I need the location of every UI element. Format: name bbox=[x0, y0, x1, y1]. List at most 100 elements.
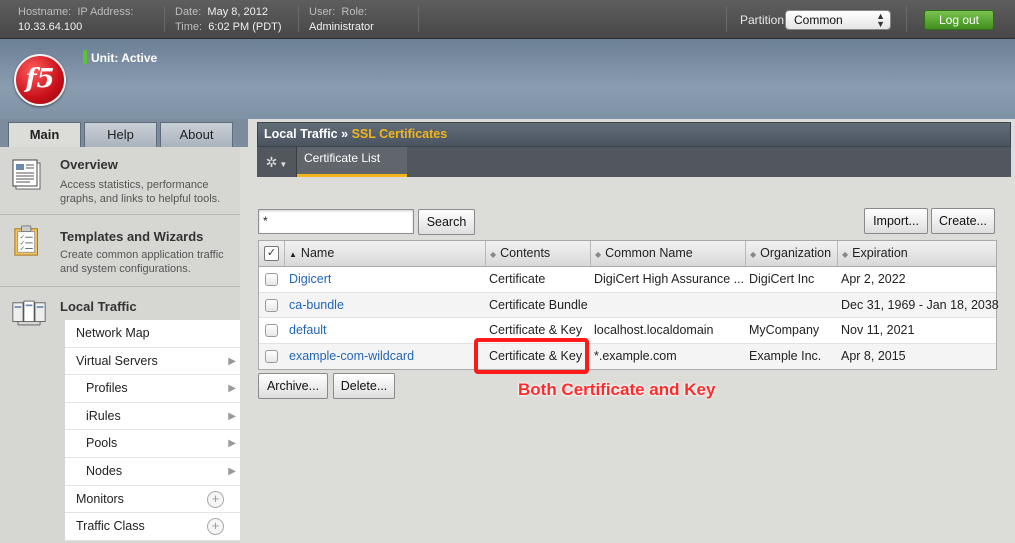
cert-name-link[interactable]: ca-bundle bbox=[289, 293, 344, 318]
tab-certificate-list[interactable]: Certificate List bbox=[297, 147, 407, 177]
table-row: Digicert Certificate DigiCert High Assur… bbox=[259, 267, 996, 293]
row-checkbox[interactable] bbox=[265, 298, 278, 312]
archive-button[interactable]: Archive... bbox=[258, 373, 328, 399]
status-indicator-icon bbox=[83, 50, 87, 64]
breadcrumb: Local Traffic » SSL Certificates bbox=[257, 122, 1011, 147]
sidebar-item-traffic-class[interactable]: Traffic Class + bbox=[65, 513, 240, 541]
select-arrows-icon: ▲ ▼ bbox=[876, 11, 885, 29]
role-value: Administrator bbox=[309, 21, 374, 33]
tab-help[interactable]: Help bbox=[84, 122, 157, 148]
chevron-right-icon: ▶ bbox=[228, 410, 236, 422]
certificate-table: ✓ ▲ Name ◆ Contents ◆ Common Name ◆ Organiza… bbox=[258, 240, 999, 371]
chevron-right-icon: ▶ bbox=[228, 355, 236, 367]
row-checkbox[interactable] bbox=[265, 349, 278, 363]
select-all-header: ✓ bbox=[259, 241, 285, 266]
column-label: Name bbox=[300, 246, 335, 260]
main-tabs: Main Help About bbox=[0, 119, 248, 149]
table-row: ca-bundle Certificate Bundle Dec 31, 196… bbox=[259, 292, 999, 319]
divider bbox=[164, 6, 165, 32]
table-row: example-com-wildcard Certificate & Key *… bbox=[259, 343, 996, 370]
partition-label: Partition: bbox=[740, 13, 788, 27]
gear-menu-button[interactable]: ✲ ▼ bbox=[257, 147, 297, 177]
chevron-right-icon: ▶ bbox=[228, 465, 236, 477]
sidebar-item-network-map[interactable]: Network Map bbox=[65, 320, 240, 348]
column-header-name[interactable]: ▲ Name bbox=[285, 241, 486, 266]
divider bbox=[418, 6, 419, 32]
sort-icon: ◆ bbox=[842, 250, 849, 259]
sub-toolbar: ✲ ▼ Certificate List bbox=[257, 147, 1011, 177]
column-header-expiration[interactable]: ◆ Expiration bbox=[838, 241, 996, 266]
sidebar-item-irules[interactable]: iRules ▶ bbox=[65, 403, 240, 431]
partition-select[interactable]: Common ▲ ▼ bbox=[785, 10, 891, 30]
cert-organization: DigiCert Inc bbox=[749, 272, 815, 286]
cert-name-link[interactable]: Digicert bbox=[289, 267, 331, 292]
cert-expiration: Apr 8, 2015 bbox=[841, 348, 906, 363]
tab-about[interactable]: About bbox=[160, 122, 233, 148]
overview-icon bbox=[12, 159, 41, 190]
ip-label: IP Address: bbox=[77, 6, 134, 18]
cert-contents: Certificate bbox=[489, 272, 546, 286]
sidebar-item-profiles[interactable]: Profiles ▶ bbox=[65, 375, 240, 403]
cert-expiration: Dec 31, 1969 - Jan 18, 2038 bbox=[841, 297, 999, 312]
column-header-common-name[interactable]: ◆ Common Name bbox=[591, 241, 746, 266]
templates-description: Create common application traffic and sy… bbox=[60, 249, 224, 275]
column-label: Contents bbox=[500, 246, 551, 260]
time-value: 6:02 PM (PDT) bbox=[208, 21, 282, 33]
breadcrumb-current: SSL Certificates bbox=[351, 127, 448, 141]
role-label: Role: bbox=[341, 6, 368, 18]
overview-description: Access statistics, performance graphs, a… bbox=[60, 179, 221, 205]
templates-title: Templates and Wizards bbox=[60, 229, 204, 244]
cert-organization: Example Inc. bbox=[749, 348, 822, 363]
sort-icon: ◆ bbox=[750, 250, 757, 259]
cert-name-link[interactable]: example-com-wildcard bbox=[289, 344, 414, 369]
date-value: May 8, 2012 bbox=[207, 6, 268, 18]
cert-common-name: localhost.localdomain bbox=[594, 323, 714, 338]
add-icon[interactable]: + bbox=[207, 490, 224, 508]
logout-button[interactable]: Log out bbox=[924, 10, 994, 30]
select-all-checkbox[interactable]: ✓ bbox=[264, 246, 279, 261]
table-row: default Certificate & Key localhost.loca… bbox=[259, 318, 996, 344]
cert-common-name: DigiCert High Assurance ... bbox=[594, 272, 744, 286]
chevron-right-icon: ▶ bbox=[228, 383, 236, 395]
nav-templates[interactable]: ✓ ✓ ✓ Templates and Wizards Create commo… bbox=[0, 215, 240, 287]
search-input[interactable]: * bbox=[258, 209, 414, 234]
user-label: User: bbox=[309, 6, 336, 18]
nav-local-traffic[interactable]: Local Traffic bbox=[0, 287, 240, 326]
cert-organization: MyCompany bbox=[749, 323, 820, 338]
sidebar-item-label: Profiles bbox=[86, 381, 128, 396]
sidebar-item-monitors[interactable]: Monitors + bbox=[65, 486, 240, 514]
local-traffic-icon bbox=[12, 300, 46, 326]
nav-overview[interactable]: Overview Access statistics, performance … bbox=[0, 147, 240, 215]
gear-icon: ✲ bbox=[265, 154, 278, 170]
divider bbox=[298, 6, 299, 32]
templates-icon: ✓ ✓ ✓ bbox=[14, 225, 38, 256]
tab-main[interactable]: Main bbox=[8, 122, 81, 149]
cert-name-link[interactable]: default bbox=[289, 318, 327, 343]
add-icon[interactable]: + bbox=[207, 518, 224, 536]
sidebar-item-nodes[interactable]: Nodes ▶ bbox=[65, 458, 240, 486]
column-label: Common Name bbox=[605, 246, 693, 260]
sidebar-item-label: iRules bbox=[86, 408, 121, 423]
annotation-label: Both Certificate and Key bbox=[518, 380, 716, 399]
date-label: Date: bbox=[175, 6, 202, 18]
chevron-right-icon: ▶ bbox=[228, 438, 236, 450]
import-button[interactable]: Import... bbox=[864, 208, 928, 234]
column-header-contents[interactable]: ◆ Contents bbox=[486, 241, 591, 266]
create-button[interactable]: Create... bbox=[931, 208, 995, 234]
row-checkbox[interactable] bbox=[265, 324, 278, 338]
delete-button[interactable]: Delete... bbox=[333, 373, 395, 399]
row-checkbox[interactable] bbox=[265, 273, 278, 286]
breadcrumb-section[interactable]: Local Traffic bbox=[264, 127, 338, 141]
unit-status: Unit: Active bbox=[91, 51, 158, 65]
sidebar-item-virtual-servers[interactable]: Virtual Servers ▶ bbox=[65, 348, 240, 376]
column-header-organization[interactable]: ◆ Organization bbox=[746, 241, 838, 266]
sort-icon: ◆ bbox=[595, 250, 602, 259]
sidebar-item-label: Monitors bbox=[76, 491, 124, 506]
top-bar: Hostname: IP Address: 10.33.64.100 Date:… bbox=[0, 0, 1015, 39]
sidebar-item-label: Nodes bbox=[86, 463, 123, 478]
sidebar-item-pools[interactable]: Pools ▶ bbox=[65, 430, 240, 458]
ip-address-value: 10.33.64.100 bbox=[18, 21, 83, 33]
partition-value: Common bbox=[794, 13, 843, 27]
search-button[interactable]: Search bbox=[418, 209, 475, 235]
datetime-info: Date: May 8, 2012 Time: 6:02 PM (PDT) bbox=[175, 5, 282, 35]
